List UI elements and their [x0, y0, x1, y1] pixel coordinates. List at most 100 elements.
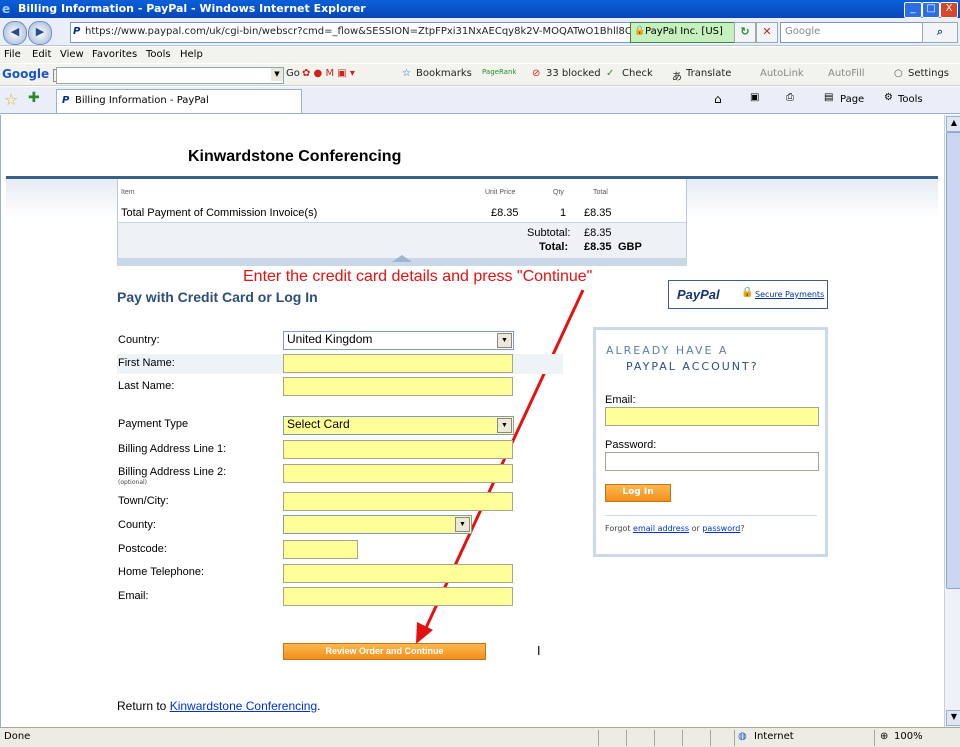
- chevron-down-icon[interactable]: ▼: [271, 68, 283, 81]
- autolink-button[interactable]: AutoLink: [760, 68, 804, 79]
- col-unit-price: Unit Price: [485, 189, 516, 196]
- town-input[interactable]: [283, 492, 513, 511]
- last-name-input[interactable]: [283, 377, 513, 396]
- address-input[interactable]: P https://www.paypal.com/uk/cgi-bin/webs…: [70, 22, 643, 43]
- instruction-annotation: Enter the credit card details and press …: [243, 268, 593, 285]
- search-go-button[interactable]: ⌕: [922, 22, 958, 43]
- secure-payments-link[interactable]: Secure Payments: [755, 290, 824, 299]
- return-prefix: Return to: [117, 699, 167, 713]
- print-icon[interactable]: ⎙: [786, 92, 794, 103]
- menu-tools[interactable]: Tools: [146, 49, 171, 60]
- home-icon[interactable]: ⌂: [714, 92, 722, 106]
- postcode-label: Postcode:: [118, 543, 167, 555]
- security-label: PayPal Inc. [US]: [645, 26, 723, 37]
- page-menu[interactable]: Page: [840, 94, 864, 105]
- total-value: £8.35: [584, 241, 612, 253]
- county-select[interactable]: ▼: [283, 515, 472, 534]
- menu-help[interactable]: Help: [180, 49, 203, 60]
- autofill-button[interactable]: AutoFill: [828, 68, 865, 79]
- favorites-star-icon[interactable]: ☆: [4, 90, 18, 109]
- status-divider: [654, 730, 655, 746]
- forward-button[interactable]: ▶: [28, 21, 52, 45]
- toolbar-icons[interactable]: ✿ ● M ▣ ▾: [302, 68, 355, 79]
- phone-label: Home Telephone:: [118, 566, 205, 578]
- menu-favorites[interactable]: Favorites: [92, 49, 137, 60]
- billing-line2-input[interactable]: [283, 464, 513, 483]
- vertical-scrollbar[interactable]: ▲ ▼: [944, 115, 960, 727]
- bookmarks-button[interactable]: Bookmarks: [416, 68, 472, 79]
- first-name-input[interactable]: [283, 354, 513, 373]
- scroll-up-icon[interactable]: ▲: [946, 116, 960, 132]
- add-favorite-icon[interactable]: ✚: [28, 90, 40, 106]
- item-qty: 1: [560, 207, 567, 219]
- email-input[interactable]: [283, 587, 513, 606]
- google-search-input[interactable]: ▼: [56, 67, 284, 84]
- menu-file[interactable]: File: [4, 49, 21, 60]
- item-total: £8.35: [584, 207, 612, 219]
- translate-button[interactable]: Translate: [686, 68, 731, 79]
- chevron-down-icon[interactable]: ▼: [455, 517, 470, 532]
- check-button[interactable]: Check: [622, 68, 653, 79]
- login-password-input[interactable]: [605, 452, 819, 471]
- chevron-down-icon[interactable]: ▼: [497, 333, 512, 348]
- chevron-down-icon[interactable]: ▼: [497, 418, 512, 433]
- expand-arrow-icon[interactable]: [392, 255, 412, 262]
- billing-line2-label: Billing Address Line 2:: [118, 466, 227, 478]
- paypal-logo: PayPal: [677, 287, 720, 302]
- menu-view[interactable]: View: [60, 49, 84, 60]
- scroll-down-icon[interactable]: ▼: [946, 710, 960, 726]
- forgot-email-link[interactable]: email address: [633, 524, 689, 533]
- security-report[interactable]: 🔒 PayPal Inc. [US]: [630, 22, 745, 43]
- google-go-button[interactable]: Go: [286, 68, 300, 79]
- pagerank-indicator[interactable]: PageRank: [482, 68, 516, 76]
- forgot-prefix: Forgot: [605, 524, 631, 533]
- optional-hint: (optional): [118, 479, 147, 486]
- postcode-input[interactable]: [283, 540, 358, 559]
- total-currency: GBP: [618, 241, 642, 253]
- window-title-bar: e Billing Information - PayPal - Windows…: [0, 0, 960, 18]
- payment-type-select[interactable]: Select Card ▼: [283, 416, 514, 435]
- country-select[interactable]: United Kingdom ▼: [283, 331, 514, 350]
- status-bar: Done ◍ Internet ⊕ 100%: [0, 727, 960, 747]
- login-button[interactable]: Log In: [605, 484, 671, 502]
- return-suffix: .: [317, 699, 321, 713]
- feeds-icon[interactable]: ▣: [750, 92, 759, 103]
- search-input[interactable]: Google: [780, 22, 923, 43]
- phone-input[interactable]: [283, 564, 513, 583]
- county-label: County:: [118, 519, 156, 531]
- minimize-button[interactable]: _: [904, 2, 922, 18]
- paypal-favicon-icon: P: [62, 95, 70, 106]
- forgot-password-link[interactable]: password: [702, 524, 740, 533]
- tab-billing-information[interactable]: P Billing Information - PayPal: [56, 89, 302, 113]
- login-email-input[interactable]: [605, 407, 819, 426]
- order-summary: Item Unit Price Qty Total Total Payment …: [117, 179, 687, 265]
- stop-button[interactable]: ✕: [756, 22, 778, 43]
- maximize-button[interactable]: □: [922, 2, 940, 18]
- billing-line1-input[interactable]: [283, 440, 513, 459]
- status-text: Done: [4, 731, 31, 742]
- settings-button[interactable]: Settings: [908, 68, 949, 79]
- tools-gear-icon: ⚙: [884, 92, 893, 103]
- review-order-continue-button[interactable]: Review Order and Continue: [283, 643, 486, 660]
- menu-edit[interactable]: Edit: [32, 49, 51, 60]
- zoom-level[interactable]: 100%: [894, 731, 923, 742]
- back-button[interactable]: ◀: [3, 21, 27, 45]
- close-window-button[interactable]: X: [940, 2, 958, 18]
- subtotal-label: Subtotal:: [527, 227, 571, 239]
- scroll-thumb[interactable]: [946, 132, 960, 589]
- wrench-icon: ○: [894, 68, 903, 79]
- globe-icon: ◍: [738, 731, 747, 742]
- google-toolbar: Google G ▼ Go ✿ ● M ▣ ▾ ☆ Bookmarks Page…: [0, 64, 960, 86]
- refresh-button[interactable]: ↻: [734, 22, 756, 43]
- return-merchant-link[interactable]: Kinwardstone Conferencing: [170, 699, 317, 713]
- last-name-label: Last Name:: [118, 380, 175, 392]
- payment-type-value: Select Card: [287, 417, 350, 431]
- country-label: Country:: [118, 334, 160, 346]
- popup-blocked-count[interactable]: 33 blocked: [546, 68, 601, 79]
- spellcheck-icon: ✓: [606, 68, 615, 79]
- billing-line1-label: Billing Address Line 1:: [118, 443, 227, 455]
- tools-menu[interactable]: Tools: [898, 94, 923, 105]
- status-divider: [682, 730, 683, 746]
- secure-payments-badge[interactable]: PayPal 🔒 Secure Payments: [668, 280, 828, 309]
- status-divider: [626, 730, 627, 746]
